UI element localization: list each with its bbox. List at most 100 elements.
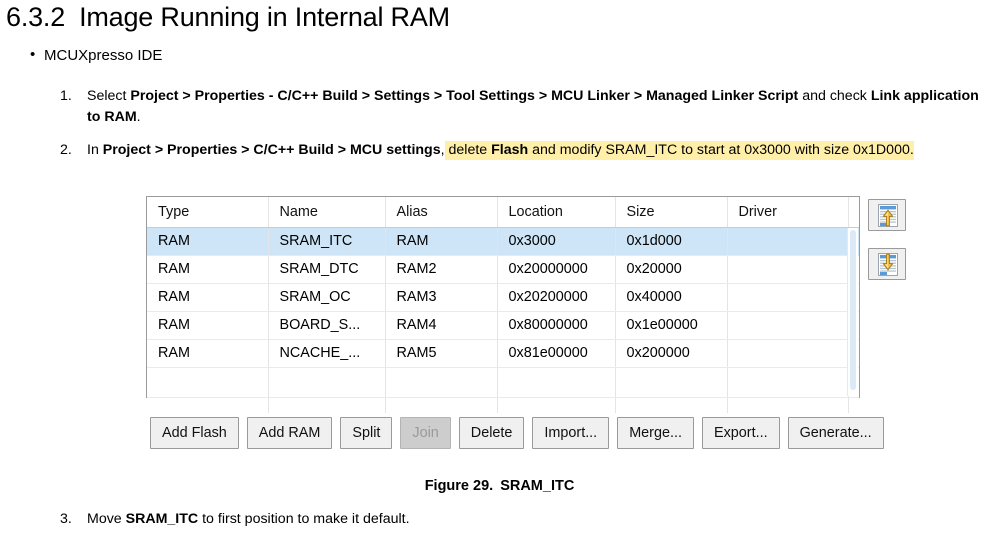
cell-location[interactable]: 0x3000 <box>497 227 616 256</box>
emphasis-text: SRAM_ITC <box>125 511 199 527</box>
table-vertical-scrollbar[interactable] <box>847 228 858 396</box>
memory-table: Type Name Alias Location Size Driver RAM… <box>147 197 859 413</box>
cell-driver[interactable] <box>727 367 849 398</box>
cell-alias[interactable]: RAM2 <box>385 255 498 284</box>
emphasis-text: Project > Properties > C/C++ Build > MCU… <box>102 142 441 158</box>
cell-alias[interactable]: RAM3 <box>385 283 498 312</box>
cell-alias[interactable] <box>385 397 498 413</box>
ordered-step-3: 3. Move SRAM_ITC to first position to ma… <box>60 509 760 530</box>
cell-alias[interactable]: RAM5 <box>385 339 498 368</box>
table-row[interactable]: RAM SRAM_ITC RAM 0x3000 0x1d000 <box>147 227 859 256</box>
column-header-driver[interactable]: Driver <box>727 197 849 228</box>
column-header-type[interactable]: Type <box>147 197 269 228</box>
table-scrollbar-thumb[interactable] <box>850 230 856 390</box>
import-button[interactable]: Import... <box>532 417 610 449</box>
plain-text: Move <box>87 511 126 527</box>
arrow-up-document-icon <box>878 204 898 227</box>
cell-size[interactable]: 0x20000 <box>615 255 728 284</box>
cell-type[interactable]: RAM <box>147 227 269 256</box>
column-header-size[interactable]: Size <box>615 197 728 228</box>
cell-size[interactable]: 0x1e00000 <box>615 311 728 340</box>
ordered-step-1: 1. Select Project > Properties - C/C++ B… <box>60 86 990 128</box>
cell-driver[interactable] <box>727 397 849 413</box>
cell-size[interactable]: 0x200000 <box>615 339 728 368</box>
table-empty-row[interactable] <box>147 397 859 413</box>
memory-table-body: RAM SRAM_ITC RAM 0x3000 0x1d000 RAM SRAM_DTC RA… <box>147 227 859 413</box>
move-down-button[interactable] <box>868 248 906 280</box>
ordered-step-2: 2. In Project > Properties > C/C++ Build… <box>60 140 990 161</box>
cell-type[interactable] <box>147 367 269 398</box>
step-2-body: In Project > Properties > C/C++ Build > … <box>87 140 990 161</box>
column-header-scroll-spacer <box>847 197 859 228</box>
add-ram-button[interactable]: Add RAM <box>246 417 333 449</box>
plain-text: In <box>87 142 103 158</box>
cell-location[interactable]: 0x81e00000 <box>497 339 616 368</box>
split-button[interactable]: Split <box>340 417 393 449</box>
cell-type[interactable]: RAM <box>147 255 269 284</box>
cell-driver[interactable] <box>727 255 849 284</box>
cell-name[interactable] <box>268 367 386 398</box>
cell-size[interactable] <box>615 367 728 398</box>
cell-size[interactable]: 0x1d000 <box>615 227 728 256</box>
step-3-marker: 3. <box>60 511 72 527</box>
cell-name[interactable] <box>268 397 386 413</box>
plain-text: , <box>440 142 445 158</box>
cell-driver[interactable] <box>727 311 849 340</box>
cell-name[interactable]: SRAM_DTC <box>268 255 386 284</box>
cell-alias[interactable] <box>385 367 498 398</box>
table-row[interactable]: RAM SRAM_OC RAM3 0x20200000 0x40000 <box>147 283 859 312</box>
column-header-alias[interactable]: Alias <box>385 197 498 228</box>
cell-driver[interactable] <box>727 339 849 368</box>
add-flash-button[interactable]: Add Flash <box>150 417 239 449</box>
page-title: 6.3.2 Image Running in Internal RAM <box>6 2 450 33</box>
cell-type[interactable]: RAM <box>147 339 269 368</box>
cell-name[interactable]: NCACHE_... <box>268 339 386 368</box>
arrow-down-document-icon <box>878 253 898 276</box>
highlighted-text: and modify SRAM_ITC to start at 0x3000 w… <box>528 141 914 160</box>
memory-table-action-buttons: Add Flash Add RAM Split Join Delete Import...… <box>150 417 884 449</box>
plain-text: . <box>136 109 141 125</box>
column-header-name[interactable]: Name <box>268 197 386 228</box>
export-button[interactable]: Export... <box>701 417 780 449</box>
bullet-item-label: MCUXpresso IDE <box>44 47 163 64</box>
emphasis-text: Project > Properties - C/C++ Build > Set… <box>130 88 799 104</box>
move-up-button[interactable] <box>868 199 906 231</box>
page-title-number: 6.3.2 <box>6 2 66 32</box>
figure-caption-title: SRAM_ITC <box>500 478 575 494</box>
cell-driver[interactable] <box>727 227 849 256</box>
cell-name[interactable]: SRAM_OC <box>268 283 386 312</box>
generate-button[interactable]: Generate... <box>787 417 884 449</box>
memory-table-header: Type Name Alias Location Size Driver <box>147 197 859 228</box>
cell-location[interactable] <box>497 397 616 413</box>
cell-name[interactable]: SRAM_ITC <box>268 227 386 256</box>
cell-location[interactable] <box>497 367 616 398</box>
bullet-item-mcuxpresso-ide: • MCUXpresso IDE <box>30 47 162 64</box>
cell-size[interactable] <box>615 397 728 413</box>
figure-caption-label: Figure 29. <box>424 478 494 494</box>
delete-button[interactable]: Delete <box>458 417 525 449</box>
table-row[interactable]: RAM SRAM_DTC RAM2 0x20000000 0x20000 <box>147 255 859 284</box>
cell-driver[interactable] <box>727 283 849 312</box>
cell-type[interactable] <box>147 397 269 413</box>
cell-alias[interactable]: RAM4 <box>385 311 498 340</box>
cell-type[interactable]: RAM <box>147 311 269 340</box>
merge-button[interactable]: Merge... <box>617 417 694 449</box>
memory-configuration-table[interactable]: Type Name Alias Location Size Driver RAM… <box>146 196 860 413</box>
cell-location[interactable]: 0x20000000 <box>497 255 616 284</box>
table-row[interactable]: RAM NCACHE_... RAM5 0x81e00000 0x200000 <box>147 339 859 368</box>
step-1-body: Select Project > Properties - C/C++ Buil… <box>87 86 990 128</box>
column-header-location[interactable]: Location <box>497 197 616 228</box>
cell-scroll-spacer <box>847 397 859 413</box>
table-empty-row[interactable] <box>147 367 859 398</box>
step-1-marker: 1. <box>60 88 72 104</box>
cell-location[interactable]: 0x20200000 <box>497 283 616 312</box>
step-3-body: Move SRAM_ITC to first position to make … <box>87 509 760 530</box>
cell-location[interactable]: 0x80000000 <box>497 311 616 340</box>
highlighted-emphasis-text: Flash <box>491 141 529 160</box>
table-row[interactable]: RAM BOARD_S... RAM4 0x80000000 0x1e00000 <box>147 311 859 340</box>
cell-alias[interactable]: RAM <box>385 227 498 256</box>
cell-name[interactable]: BOARD_S... <box>268 311 386 340</box>
cell-size[interactable]: 0x40000 <box>615 283 728 312</box>
cell-type[interactable]: RAM <box>147 283 269 312</box>
table-header-row: Type Name Alias Location Size Driver <box>147 197 859 228</box>
